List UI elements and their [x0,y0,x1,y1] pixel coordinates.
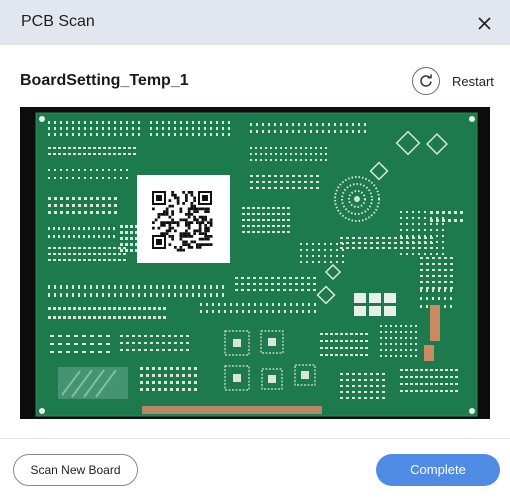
title-bar: PCB Scan [0,0,510,45]
restart-button[interactable]: Restart [412,66,494,96]
close-button[interactable] [472,11,496,35]
footer-divider [0,438,510,439]
complete-button[interactable]: Complete [376,454,500,486]
board-name: BoardSetting_Temp_1 [20,72,189,89]
refresh-icon [420,74,432,87]
pcb-scan-image [20,107,490,419]
scan-new-board-button[interactable]: Scan New Board [13,454,138,486]
restart-label: Restart [452,73,494,89]
restart-icon-circle[interactable] [412,67,440,95]
window-title: PCB Scan [21,13,95,30]
pcb-board-svg [20,107,490,419]
edge-connector [142,406,322,414]
close-icon [478,17,491,30]
